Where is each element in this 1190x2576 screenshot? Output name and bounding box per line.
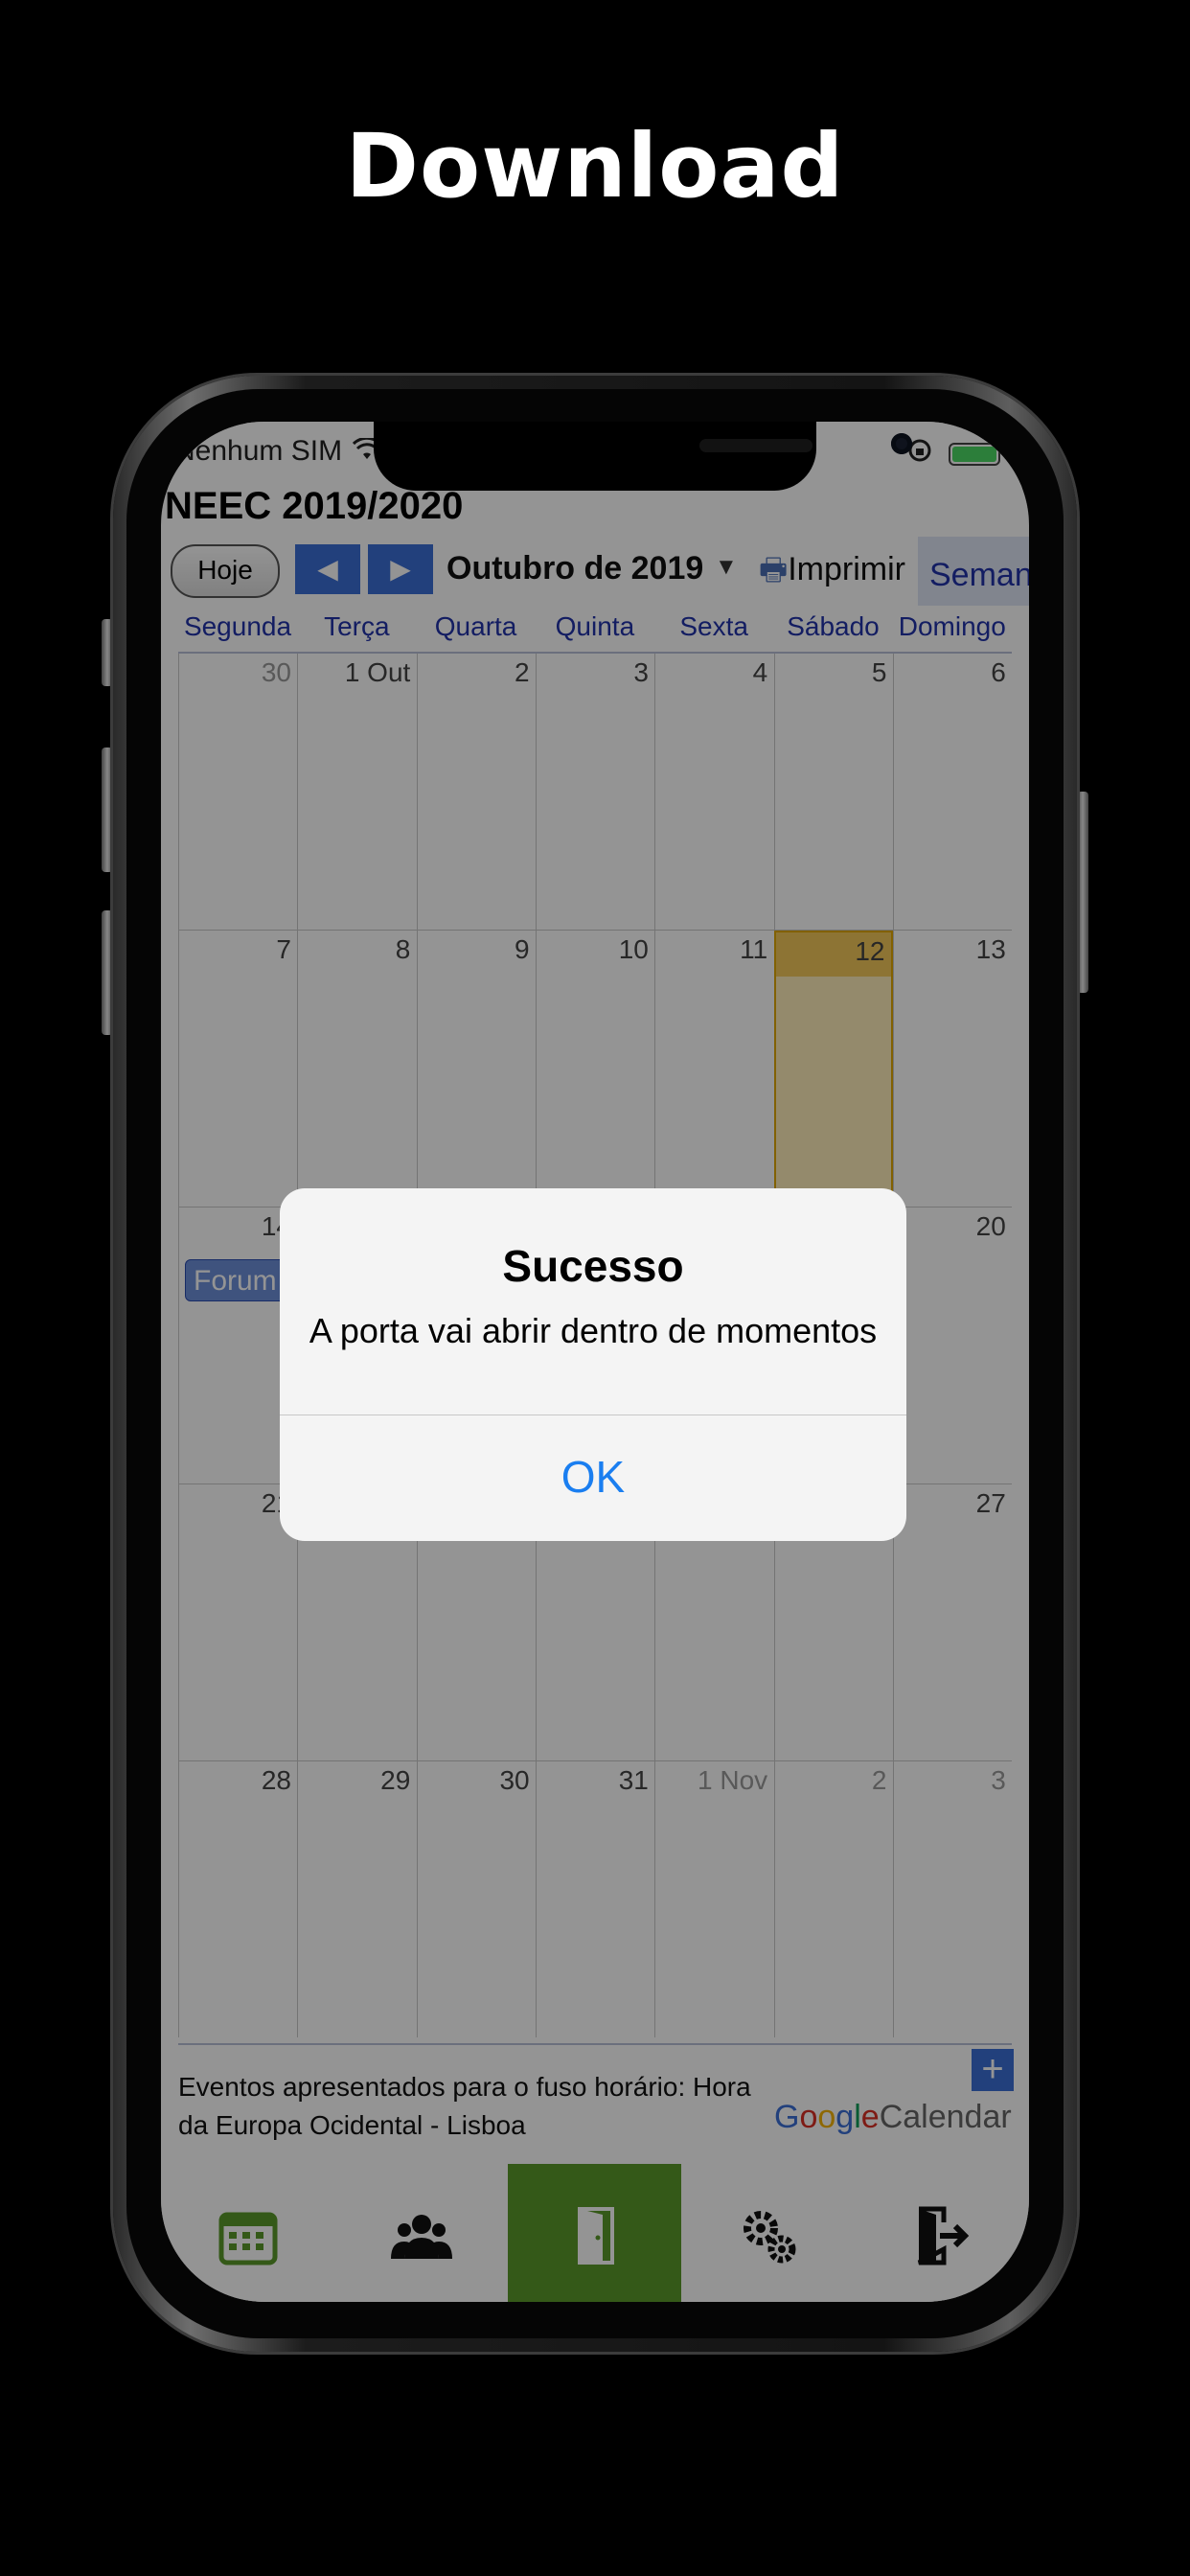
alert-title: Sucesso bbox=[502, 1241, 684, 1291]
mute-switch bbox=[102, 619, 113, 686]
headline: Download bbox=[345, 115, 845, 218]
phone-screen: Nenhum SIM NEEC 2019/2020 Hoje ◀ ▶ Outub… bbox=[161, 422, 1029, 2302]
success-alert: Sucesso A porta vai abrir dentro de mome… bbox=[280, 1188, 906, 1541]
volume-up-button bbox=[102, 748, 113, 872]
power-button bbox=[1077, 792, 1088, 993]
alert-message: A porta vai abrir dentro de momentos bbox=[309, 1311, 878, 1350]
volume-down-button bbox=[102, 910, 113, 1035]
ok-button[interactable]: OK bbox=[280, 1414, 906, 1541]
